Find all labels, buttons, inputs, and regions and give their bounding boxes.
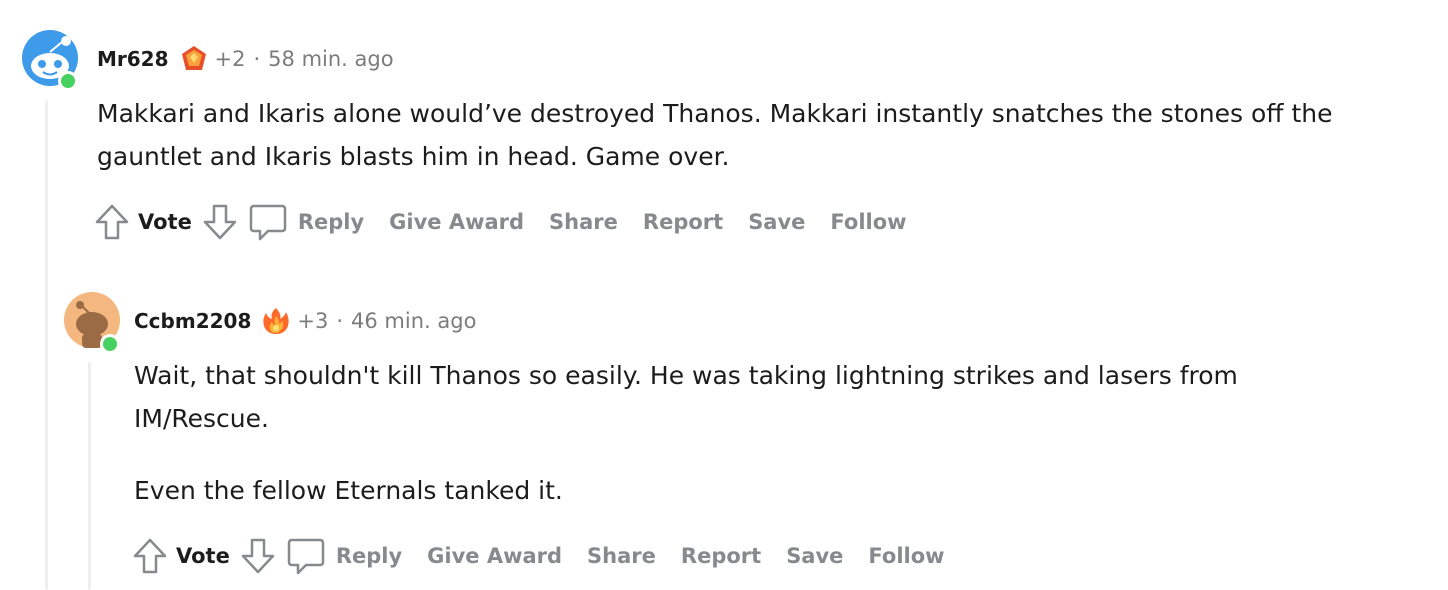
username[interactable]: Ccbm2208 — [134, 309, 251, 333]
comment-body: Makkari and Ikaris alone would’ve destro… — [97, 92, 1417, 178]
comment-paragraph: Makkari and Ikaris alone would’ve destro… — [97, 99, 1333, 171]
comment-actions: Vote Reply Give Award Share Report Save … — [130, 535, 970, 577]
comment-bubble-icon — [286, 536, 326, 576]
timestamp[interactable]: 46 min. ago — [351, 309, 476, 333]
comment-meta: Mr628 +2 · 58 min. ago — [97, 41, 394, 77]
online-status-dot — [58, 71, 78, 91]
downvote-icon[interactable] — [200, 202, 240, 242]
meta-separator: · — [253, 47, 261, 71]
comment-paragraph: Even the fellow Eternals tanked it. — [134, 476, 563, 505]
downvote-icon[interactable] — [238, 536, 278, 576]
comment-ccbm2208: Ccbm2208 +3 · 46 min. ago Wait, that sho… — [0, 270, 1448, 590]
avatar[interactable] — [64, 292, 120, 354]
comment-body: Wait, that shouldn't kill Thanos so easi… — [134, 354, 1374, 512]
red-gem-award-icon[interactable] — [179, 44, 209, 74]
online-status-dot — [100, 334, 120, 354]
timestamp[interactable]: 58 min. ago — [268, 47, 393, 71]
upvote-icon[interactable] — [92, 202, 132, 242]
share-button[interactable]: Share — [587, 544, 656, 568]
award-count: +3 — [297, 309, 329, 333]
follow-button[interactable]: Follow — [868, 544, 944, 568]
comment-actions: Vote Reply Give Award Share Report Save … — [92, 201, 932, 243]
give-award-button[interactable]: Give Award — [427, 544, 562, 568]
fire-award-icon[interactable] — [261, 306, 291, 336]
comment-bubble-icon — [248, 202, 288, 242]
comment-paragraph: Wait, that shouldn't kill Thanos so easi… — [134, 361, 1238, 433]
meta-separator: · — [336, 309, 344, 333]
upvote-icon[interactable] — [130, 536, 170, 576]
username[interactable]: Mr628 — [97, 47, 169, 71]
reply-button[interactable]: Reply — [286, 536, 402, 576]
award-count: +2 — [214, 47, 246, 71]
avatar[interactable] — [22, 30, 78, 91]
reply-button[interactable]: Reply — [248, 202, 364, 242]
report-button[interactable]: Report — [681, 544, 761, 568]
vote-count: Vote — [138, 210, 192, 234]
report-button[interactable]: Report — [643, 210, 723, 234]
save-button[interactable]: Save — [748, 210, 805, 234]
comment-meta: Ccbm2208 +3 · 46 min. ago — [134, 303, 476, 339]
reply-label: Reply — [297, 210, 365, 234]
follow-button[interactable]: Follow — [830, 210, 906, 234]
save-button[interactable]: Save — [786, 544, 843, 568]
share-button[interactable]: Share — [549, 210, 618, 234]
reply-label: Reply — [335, 544, 403, 568]
vote-count: Vote — [176, 544, 230, 568]
give-award-button[interactable]: Give Award — [389, 210, 524, 234]
comment-mr628: Mr628 +2 · 58 min. ago Makkari and Ikari… — [0, 0, 1448, 260]
